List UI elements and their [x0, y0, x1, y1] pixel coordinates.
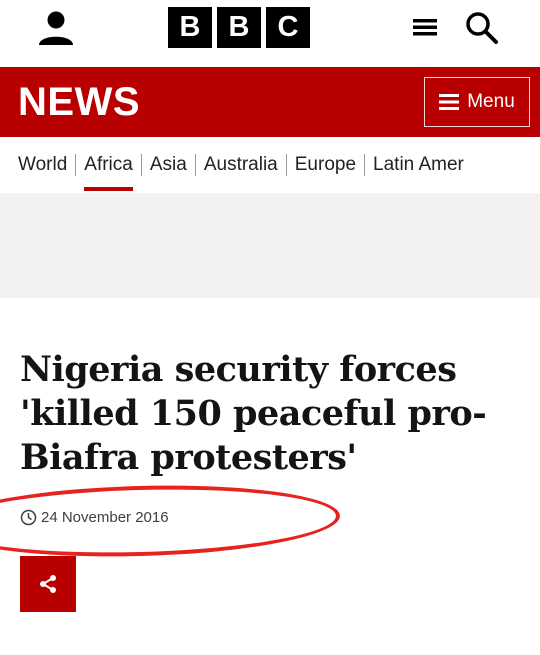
search-button[interactable] — [462, 8, 502, 48]
account-button[interactable] — [36, 8, 76, 48]
news-logo[interactable]: NEWS — [18, 77, 140, 127]
person-icon — [39, 11, 73, 45]
clock-icon — [20, 509, 37, 526]
hamburger-icon — [413, 19, 437, 36]
nav-divider — [194, 154, 196, 176]
share-button[interactable] — [20, 556, 76, 612]
search-icon — [466, 12, 498, 44]
section-nav: World Africa Asia Australia Europe Latin… — [0, 137, 540, 193]
nav-item-europe[interactable]: Europe — [295, 153, 356, 177]
ad-placeholder — [0, 193, 540, 298]
more-menu-button[interactable] — [410, 12, 440, 42]
hamburger-icon — [439, 94, 460, 110]
bbc-logo-letter: B — [217, 7, 261, 48]
bbc-logo[interactable]: B B C — [168, 7, 310, 48]
date-text: 24 November 2016 — [41, 509, 169, 526]
nav-item-latin-america[interactable]: Latin Amer — [373, 153, 464, 177]
nav-item-world[interactable]: World — [18, 153, 67, 177]
bbc-logo-letter: C — [266, 7, 310, 48]
menu-label: Menu — [467, 91, 515, 112]
nav-divider — [140, 154, 142, 176]
nav-divider — [285, 154, 287, 176]
nav-item-africa[interactable]: Africa — [84, 153, 133, 191]
article-headline: Nigeria security forces 'killed 150 peac… — [20, 349, 487, 478]
bbc-logo-letter: B — [168, 7, 212, 48]
news-bar: NEWS Menu — [0, 67, 540, 137]
top-bar: B B C — [0, 0, 540, 66]
nav-item-asia[interactable]: Asia — [150, 153, 187, 177]
nav-item-australia[interactable]: Australia — [204, 153, 278, 177]
share-icon — [40, 575, 56, 593]
nav-divider — [75, 154, 77, 176]
article-date: 24 November 2016 — [20, 509, 169, 526]
menu-button[interactable]: Menu — [424, 77, 530, 127]
nav-divider — [364, 154, 366, 176]
